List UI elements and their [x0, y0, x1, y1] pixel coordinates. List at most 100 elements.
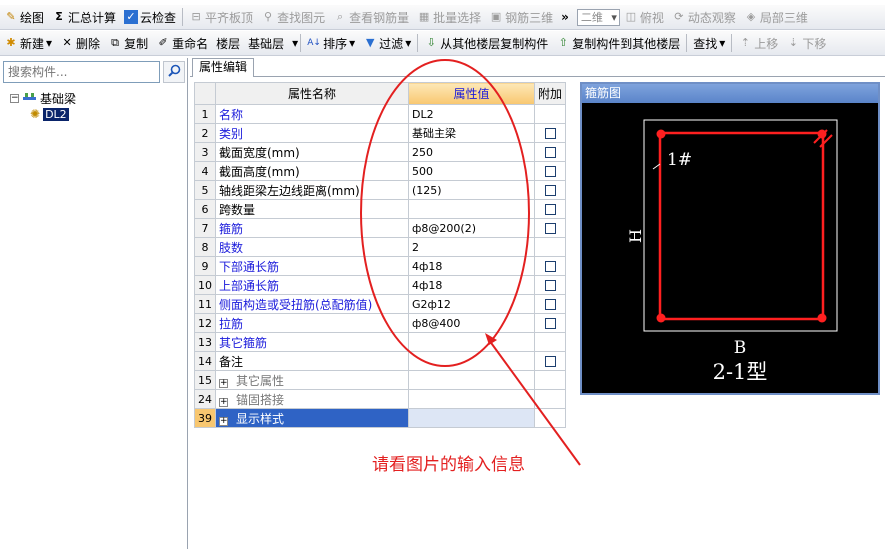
floor-select[interactable]: 基础层 ▾: [244, 32, 298, 54]
extra-checkbox[interactable]: [544, 318, 556, 329]
row-number: 14: [194, 351, 216, 371]
property-name-cell: 截面高度(mm): [215, 161, 409, 181]
view-mode-select[interactable]: 二维: [576, 8, 620, 26]
property-value[interactable]: ф8@400: [408, 313, 535, 333]
move-down-button[interactable]: ⇣ 下移: [782, 32, 830, 54]
property-value[interactable]: DL2: [408, 104, 535, 124]
table-row[interactable]: 7 箍筋 ф8@200(2): [194, 218, 567, 238]
tree-item-foundation-beam[interactable]: − 基础梁: [10, 90, 76, 107]
summary-calc-button[interactable]: Σ 汇总计算: [48, 6, 120, 28]
table-row[interactable]: 13 其它箍筋: [194, 332, 567, 352]
extra-checkbox[interactable]: [544, 223, 556, 234]
row-number: 39: [194, 408, 216, 428]
property-value[interactable]: [408, 408, 535, 428]
width-label: B: [734, 338, 747, 358]
arrow-down-icon: ⇣: [788, 36, 798, 49]
property-value[interactable]: 2: [408, 237, 535, 257]
property-value[interactable]: 基础主梁: [408, 123, 535, 143]
extra-checkbox[interactable]: [544, 280, 556, 291]
table-row[interactable]: 12 拉筋 ф8@400: [194, 313, 567, 333]
table-row[interactable]: 5 轴线距梁左边线距离(mm) (125): [194, 180, 567, 200]
move-up-button[interactable]: ⇡ 上移: [734, 32, 782, 54]
property-name: 其它属性: [236, 373, 285, 388]
delete-button[interactable]: ✕ 删除: [56, 32, 104, 54]
property-value[interactable]: ф8@200(2): [408, 218, 535, 238]
property-name: 拉筋: [219, 316, 244, 331]
beam-folder-icon: [22, 90, 37, 107]
property-value[interactable]: 500: [408, 161, 535, 181]
extra-checkbox[interactable]: [544, 356, 556, 367]
extra-checkbox[interactable]: [544, 128, 556, 139]
expand-icon[interactable]: +: [219, 378, 228, 388]
toolbar-separator: [182, 8, 184, 26]
table-row[interactable]: 9 下部通长筋 4ф18: [194, 256, 567, 276]
top-view-button[interactable]: ◫ 俯视: [620, 6, 668, 28]
new-button[interactable]: ✱ 新建 ▾: [0, 32, 56, 54]
table-row[interactable]: 11 侧面构造或受扭筋(总配筋值) G2ф12: [194, 294, 567, 314]
table-row[interactable]: 24 + 锚固搭接: [194, 389, 567, 409]
table-row[interactable]: 15 + 其它属性: [194, 370, 567, 390]
local-3d-button[interactable]: ◈ 局部三维: [740, 6, 812, 28]
extra-checkbox[interactable]: [544, 147, 556, 158]
sort-button[interactable]: A↓ 排序 ▾: [303, 32, 359, 54]
rename-button[interactable]: ✐ 重命名: [152, 32, 212, 54]
property-name-cell: 跨数量: [215, 199, 409, 219]
property-value[interactable]: [408, 199, 535, 219]
table-row[interactable]: 10 上部通长筋 4ф18: [194, 275, 567, 295]
table-row[interactable]: 4 截面高度(mm) 500: [194, 161, 567, 181]
property-value[interactable]: 4ф18: [408, 256, 535, 276]
table-row[interactable]: 14 备注: [194, 351, 567, 371]
expand-icon[interactable]: +: [219, 397, 228, 407]
extra-checkbox[interactable]: [544, 261, 556, 272]
header-extra: 附加: [533, 82, 567, 105]
dynamic-view-button[interactable]: ⟳ 动态观察: [668, 6, 740, 28]
tree-item-label: 基础梁: [40, 92, 77, 106]
copy-from-floor-button[interactable]: ⇩ 从其他楼层复制构件: [420, 32, 552, 54]
property-value[interactable]: [408, 389, 535, 409]
property-name-cell: 拉筋: [215, 313, 409, 333]
view-rebar-button[interactable]: ⌕ 查看钢筋量: [329, 6, 413, 28]
toolbar-overflow-button[interactable]: »: [557, 6, 573, 28]
collapse-icon[interactable]: −: [10, 94, 19, 103]
copy-to-floor-button[interactable]: ⇧ 复制构件到其他楼层: [552, 32, 684, 54]
expand-icon[interactable]: +: [219, 416, 228, 426]
search-input[interactable]: [3, 61, 160, 83]
search-button[interactable]: [163, 61, 185, 83]
floor-label: 楼层: [216, 36, 241, 51]
table-row[interactable]: 1 名称 DL2: [194, 104, 567, 124]
sort-icon: A↓: [307, 38, 321, 48]
local-3d-icon: ◈: [746, 10, 756, 23]
find-button[interactable]: 查找 ▾: [689, 32, 729, 54]
new-icon: ✱: [6, 36, 16, 49]
table-row[interactable]: 8 肢数 2: [194, 237, 567, 257]
extra-checkbox[interactable]: [544, 166, 556, 177]
tree-item-dl2[interactable]: ✺ DL2: [30, 107, 69, 121]
row-number: 15: [194, 370, 216, 390]
rebar-3d-button[interactable]: ▣ 钢筋三维: [485, 6, 557, 28]
filter-button[interactable]: ▼ 过滤 ▾: [359, 32, 415, 54]
table-row[interactable]: 2 类别 基础主梁: [194, 123, 567, 143]
copy-button[interactable]: ⧉ 复制: [104, 32, 152, 54]
magnifier-icon: ⌕: [336, 10, 344, 23]
table-row[interactable]: 3 截面宽度(mm) 250: [194, 142, 567, 162]
property-name: 截面宽度(mm): [219, 145, 300, 160]
extra-checkbox[interactable]: [544, 299, 556, 310]
property-value[interactable]: 250: [408, 142, 535, 162]
property-value[interactable]: [408, 351, 535, 371]
tab-property-edit[interactable]: 属性编辑: [192, 58, 255, 77]
property-value[interactable]: [408, 370, 535, 390]
cloud-check-button[interactable]: ✓ 云检查: [120, 6, 180, 28]
find-element-button[interactable]: ⚲ 查找图元: [257, 6, 329, 28]
draw-button[interactable]: ✎ 绘图: [0, 6, 48, 28]
table-row[interactable]: 39 + 显示样式: [194, 408, 567, 428]
property-value[interactable]: 4ф18: [408, 275, 535, 295]
table-row[interactable]: 6 跨数量: [194, 199, 567, 219]
extra-checkbox[interactable]: [544, 204, 556, 215]
flat-slab-top-button[interactable]: ⊟ 平齐板顶: [185, 6, 257, 28]
property-value[interactable]: G2ф12: [408, 294, 535, 314]
extra-checkbox[interactable]: [544, 185, 556, 196]
batch-select-button[interactable]: ▦ 批量选择: [413, 6, 485, 28]
property-value[interactable]: [408, 332, 535, 352]
component-gear-icon: ✺: [30, 107, 41, 121]
property-value[interactable]: (125): [408, 180, 535, 200]
